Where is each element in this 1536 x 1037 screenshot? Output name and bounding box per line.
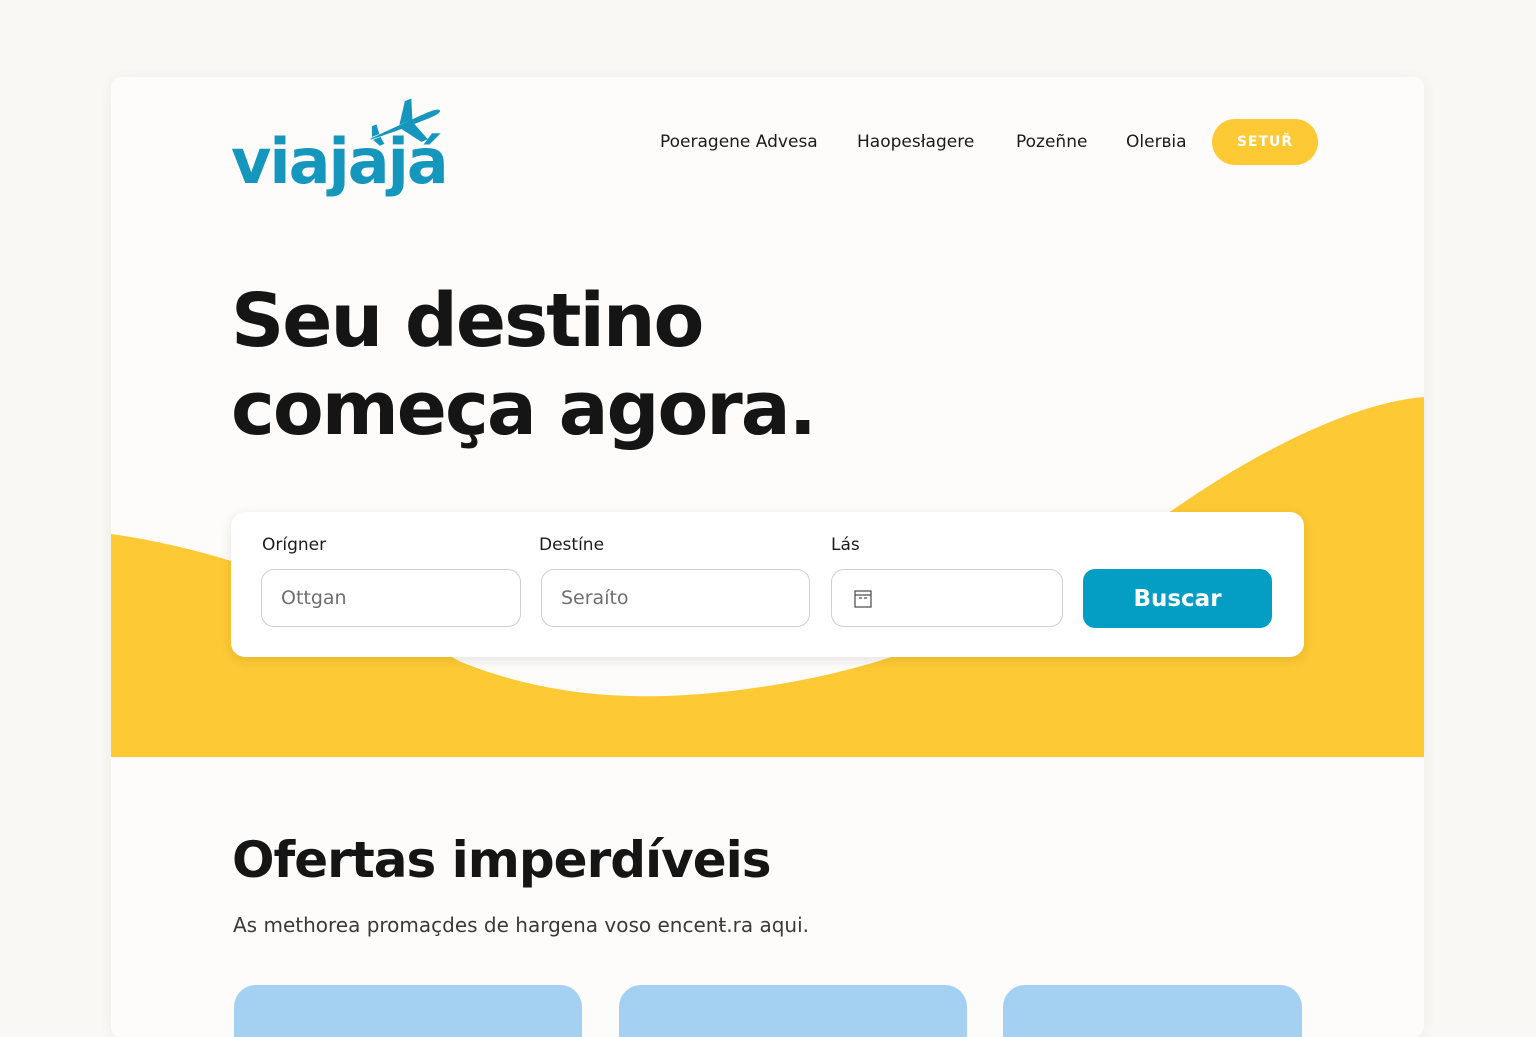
nav-link-4[interactable]: Olerʙia	[1126, 132, 1187, 152]
page-container: viajajá Poeragene Advesa Haopesłagere Po…	[111, 77, 1424, 1037]
destination-field[interactable]	[541, 569, 810, 627]
offers-subtitle: As methorea promaçdes de hargena voso en…	[233, 913, 809, 937]
offers-title: Ofertas imperdíveis	[232, 831, 772, 889]
date-label: Lás	[831, 535, 860, 555]
origin-field[interactable]	[261, 569, 521, 627]
nav-link-3[interactable]: Pozeñne	[1016, 132, 1087, 152]
origin-label: Orígner	[262, 535, 327, 555]
top-navigation: viajajá Poeragene Advesa Haopesłagere Po…	[111, 77, 1424, 217]
nav-link-2[interactable]: Haopesłagere	[857, 132, 974, 152]
hero-title-line-1: Seu destino	[231, 278, 704, 364]
destination-label: Destíne	[539, 535, 605, 555]
search-form: Orígner Destíne Lás Buscar	[231, 512, 1304, 657]
search-button[interactable]: Buscar	[1083, 569, 1272, 628]
brand-logo[interactable]: viajajá	[231, 97, 481, 222]
hero-title: Seu destino começa agora.	[231, 277, 817, 453]
offer-card-3[interactable]	[1003, 985, 1302, 1037]
destination-input[interactable]	[561, 570, 798, 626]
hero-title-line-2: começa agora.	[231, 366, 817, 452]
brand-name: viajajá	[231, 125, 449, 198]
origin-input[interactable]	[281, 570, 509, 626]
date-field[interactable]	[831, 569, 1063, 627]
offer-card-2[interactable]	[619, 985, 967, 1037]
nav-cta-button[interactable]: SETUŘ	[1212, 119, 1318, 165]
calendar-icon	[854, 590, 872, 608]
offer-card-1[interactable]	[234, 985, 582, 1037]
nav-link-1[interactable]: Poeragene Advesa	[660, 132, 818, 152]
